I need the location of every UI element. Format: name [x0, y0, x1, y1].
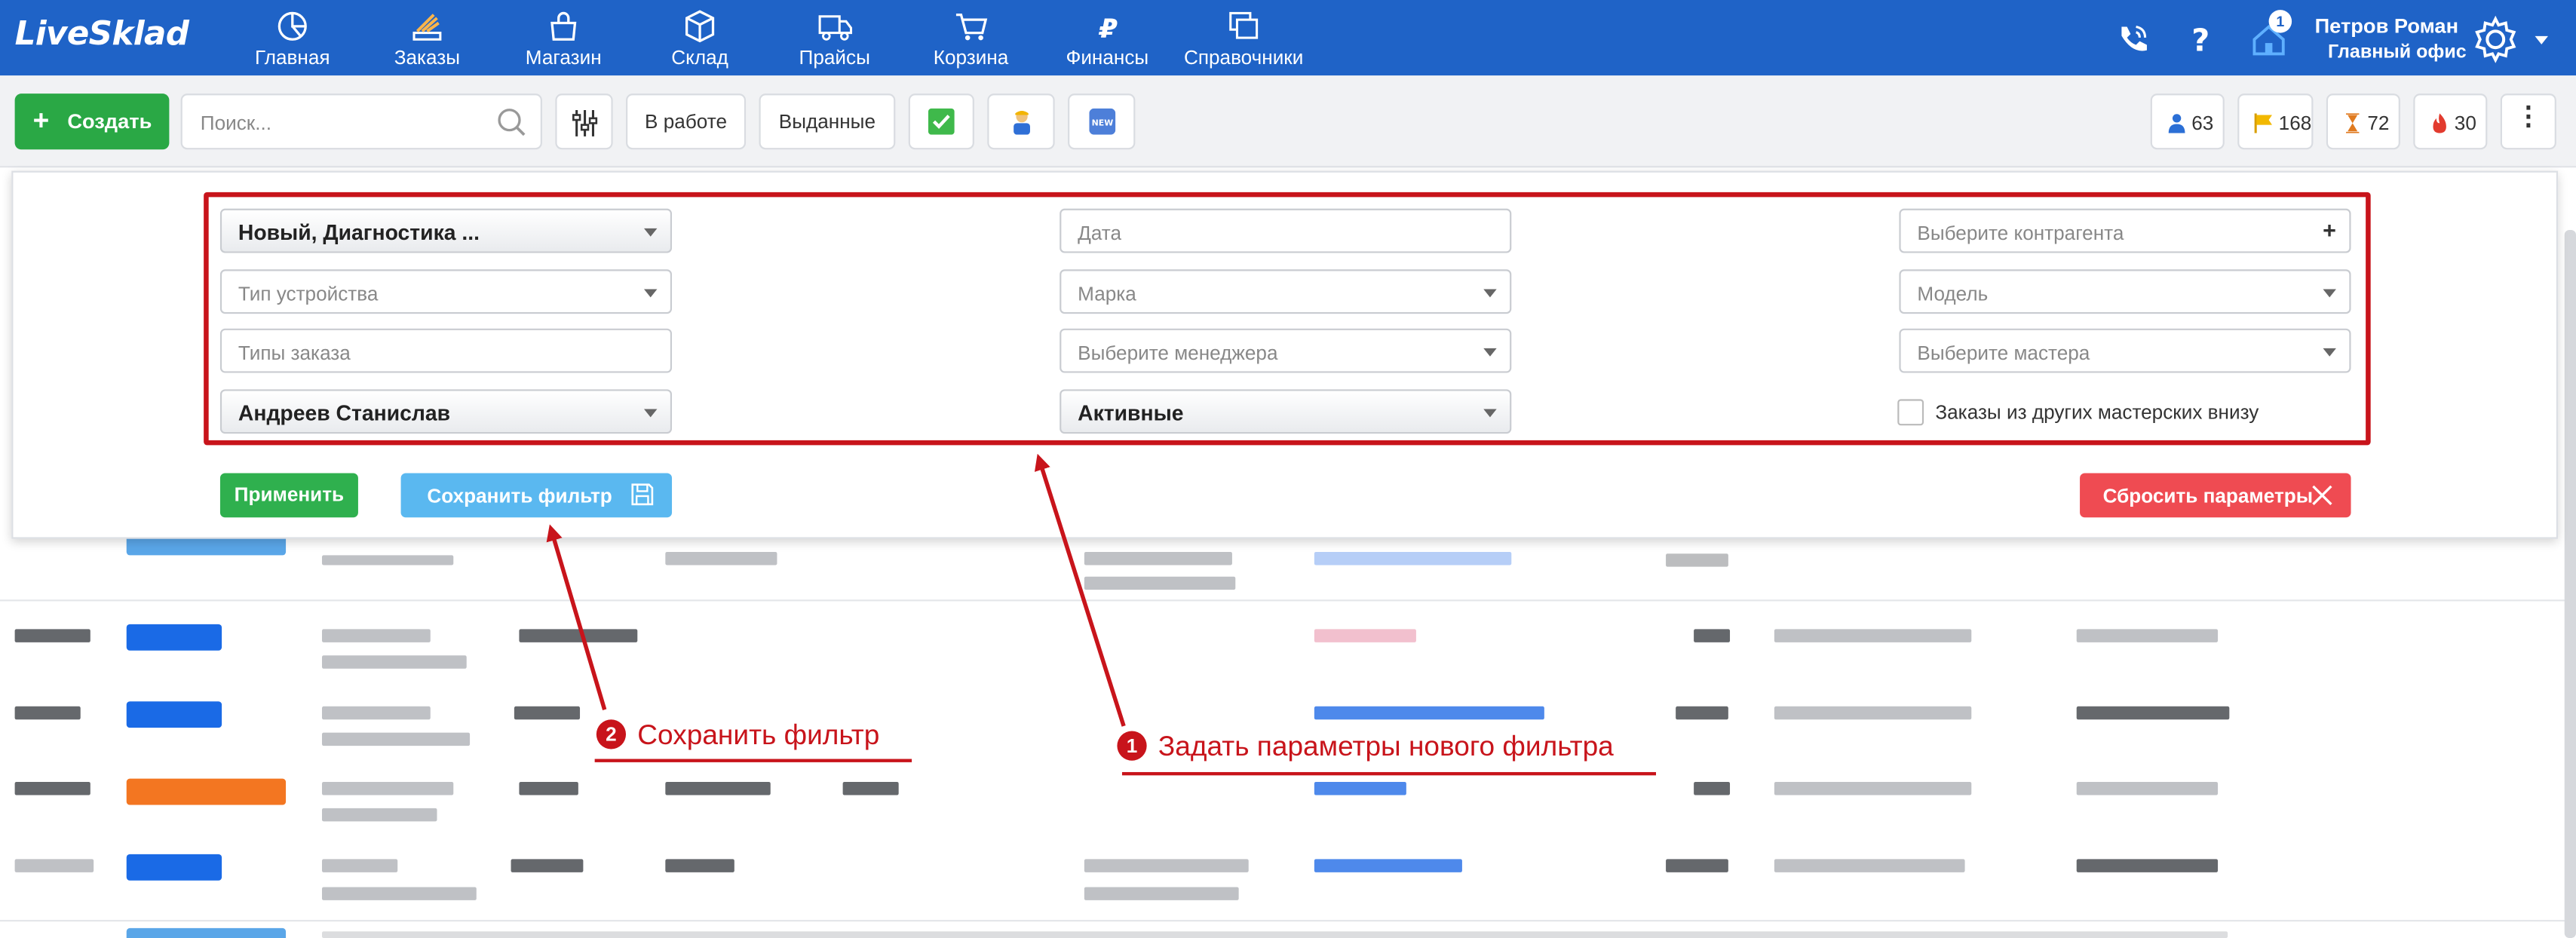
annotation-step-2-text: Сохранить фильтр	[637, 719, 880, 751]
annotation-step-2-number: 2	[596, 719, 627, 749]
annotation-arrow-2	[546, 524, 607, 710]
annotation-arrows	[546, 453, 1126, 727]
annotation-step-2: 2 Сохранить фильтр	[596, 719, 880, 753]
annotation-underline-1	[1121, 771, 1656, 776]
annotation-underline-2	[594, 759, 912, 762]
annotation-step-1-text: Задать параметры нового фильтра	[1158, 731, 1614, 762]
annotation-step-1: 1 Задать параметры нового фильтра	[1117, 731, 1614, 764]
annotation-arrow-1	[1034, 453, 1126, 727]
annotation-step-1-number: 1	[1117, 731, 1147, 761]
